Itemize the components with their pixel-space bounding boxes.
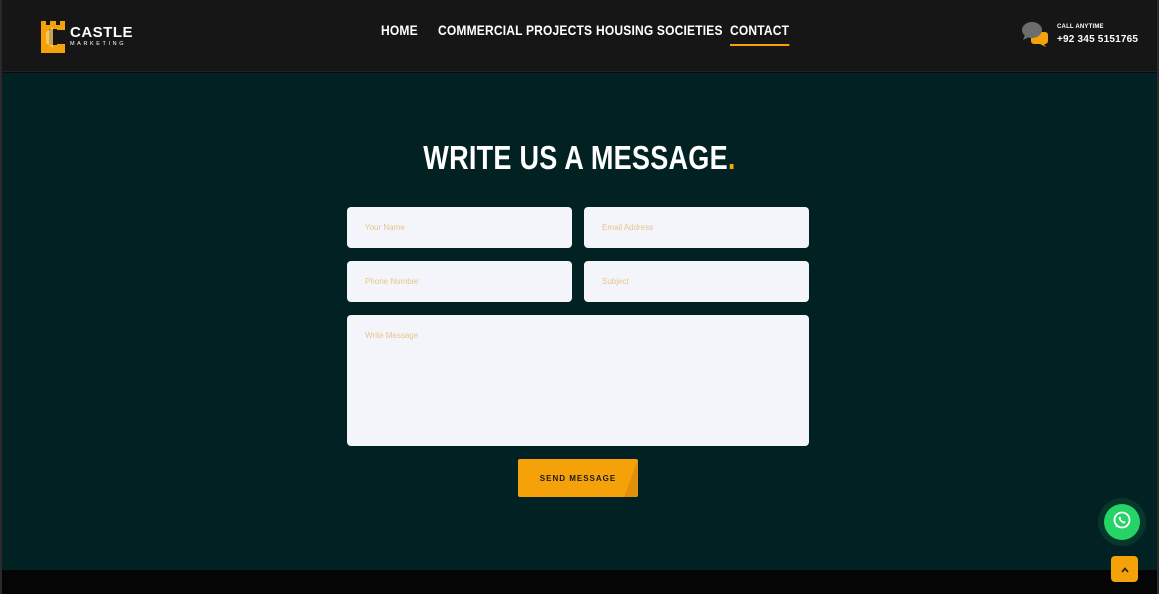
whatsapp-icon bbox=[1112, 510, 1132, 535]
form-title-text: WRITE US A MESSAGE bbox=[423, 139, 728, 176]
main-nav: HOME COMMERCIAL PROJECTS HOUSING SOCIETI… bbox=[381, 22, 790, 46]
chevron-up-icon bbox=[1120, 560, 1129, 578]
contact-form-section: WRITE US A MESSAGE. SEND MESSAGE bbox=[2, 73, 1157, 570]
site-header: CASTLE MARKETING HOME COMMERCIAL PROJECT… bbox=[2, 0, 1157, 72]
email-input[interactable] bbox=[584, 207, 809, 248]
brand-name: CASTLE bbox=[70, 23, 133, 41]
whatsapp-button[interactable] bbox=[1104, 504, 1140, 540]
scroll-to-top-button[interactable] bbox=[1111, 556, 1138, 582]
nav-housing-societies[interactable]: HOUSING SOCIETIES bbox=[596, 22, 723, 44]
form-title: WRITE US A MESSAGE. bbox=[2, 139, 1157, 177]
castle-logo-icon bbox=[38, 17, 68, 55]
call-text: CALL ANYTIME +92 345 5151765 bbox=[1057, 24, 1138, 45]
page: CASTLE MARKETING HOME COMMERCIAL PROJECT… bbox=[0, 0, 1159, 594]
send-message-label: SEND MESSAGE bbox=[539, 473, 617, 483]
nav-contact[interactable]: CONTACT bbox=[730, 22, 790, 46]
nav-home[interactable]: HOME bbox=[381, 22, 418, 44]
brand-tagline: MARKETING bbox=[70, 40, 127, 47]
brand-logo[interactable]: CASTLE MARKETING bbox=[38, 16, 148, 56]
call-number[interactable]: +92 345 5151765 bbox=[1057, 34, 1138, 45]
chat-bubbles-icon bbox=[1021, 20, 1049, 48]
send-message-button[interactable]: SEND MESSAGE bbox=[518, 459, 638, 497]
nav-commercial-projects[interactable]: COMMERCIAL PROJECTS bbox=[438, 22, 592, 44]
name-input[interactable] bbox=[347, 207, 572, 248]
message-textarea[interactable] bbox=[347, 315, 809, 446]
footer-strip bbox=[2, 570, 1157, 594]
title-accent-dot: . bbox=[727, 139, 736, 176]
button-shade bbox=[624, 459, 638, 497]
call-anytime[interactable]: CALL ANYTIME +92 345 5151765 bbox=[1021, 20, 1138, 48]
phone-input[interactable] bbox=[347, 261, 572, 302]
call-label: CALL ANYTIME bbox=[1057, 23, 1104, 30]
subject-input[interactable] bbox=[584, 261, 809, 302]
logo-text: CASTLE MARKETING bbox=[70, 25, 133, 48]
